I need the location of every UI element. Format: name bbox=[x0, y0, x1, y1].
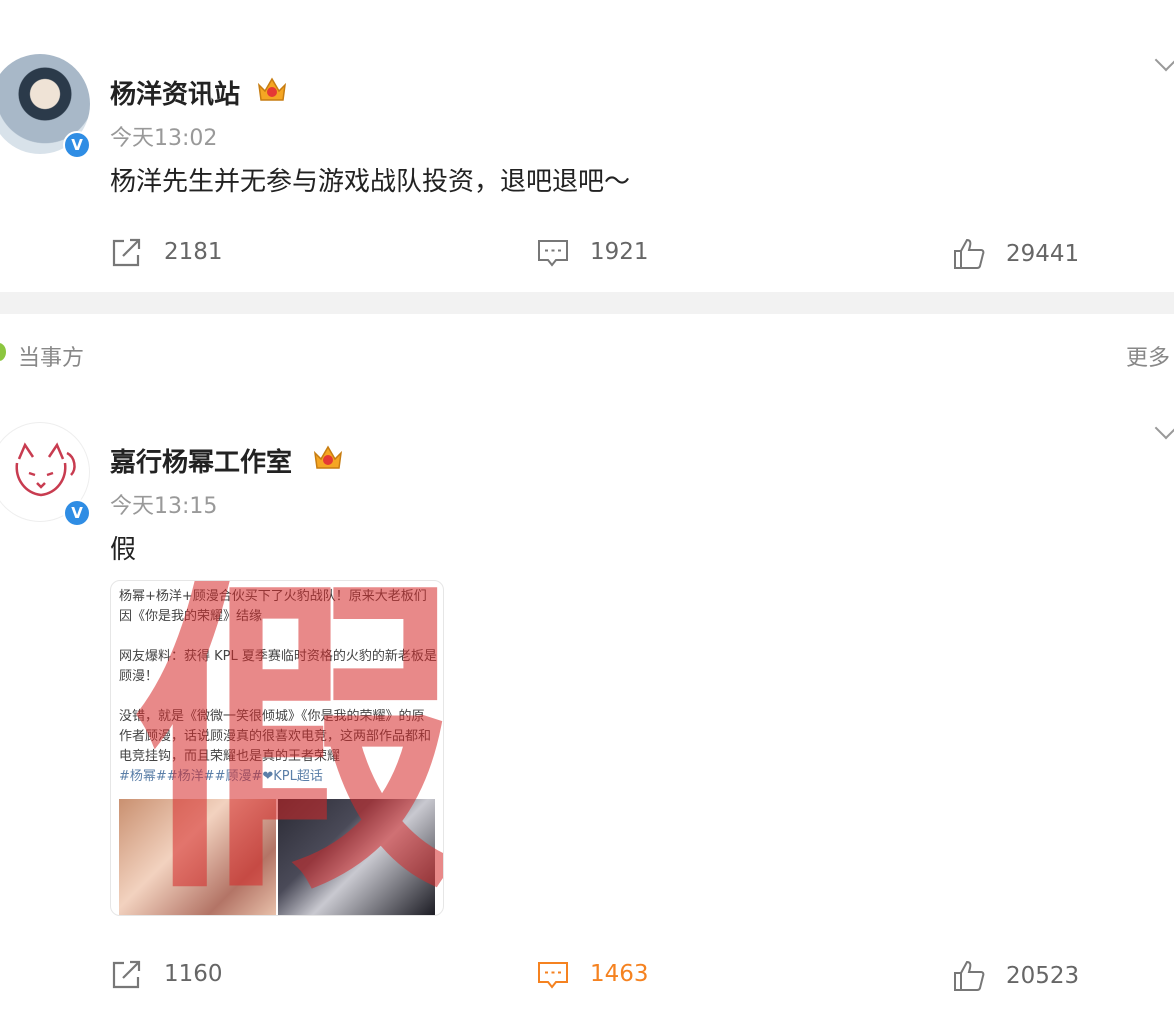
repost-icon bbox=[112, 960, 141, 989]
image-photo-left bbox=[119, 799, 276, 915]
chevron-down-icon[interactable] bbox=[1154, 416, 1174, 440]
comment-count: 1463 bbox=[590, 961, 649, 987]
post-time: 今天13:02 bbox=[110, 126, 218, 151]
image-hashtags: #杨幂##杨洋##顾漫#❤KPL超话 bbox=[119, 769, 323, 784]
verified-badge-icon: V bbox=[63, 131, 91, 159]
thumbs-up-icon bbox=[954, 960, 985, 991]
chevron-down-icon[interactable] bbox=[1154, 48, 1174, 72]
comment-button[interactable]: 1921 bbox=[536, 232, 649, 272]
repost-button[interactable]: 1160 bbox=[110, 954, 223, 994]
repost-count: 1160 bbox=[164, 961, 223, 987]
section-dot-icon bbox=[0, 343, 6, 361]
like-count: 29441 bbox=[1006, 241, 1080, 267]
comment-icon bbox=[538, 240, 568, 267]
comment-button[interactable]: 1463 bbox=[536, 954, 649, 994]
thumbs-up-icon bbox=[954, 238, 985, 269]
image-text-line1: 杨幂+杨洋+顾漫合伙买下了火豹战队！原来大老板们因《你是我的荣耀》结缘 bbox=[119, 589, 427, 624]
repost-icon bbox=[112, 238, 141, 267]
image-text-line3: 没错，就是《微微一笑很倾城》《你是我的荣耀》的原作者顾漫，话说顾漫真的很喜欢电竞… bbox=[119, 709, 432, 764]
like-button[interactable]: 29441 bbox=[952, 234, 1079, 274]
post-text[interactable]: 假 bbox=[110, 529, 136, 566]
crown-icon bbox=[313, 445, 343, 469]
repost-count: 2181 bbox=[164, 239, 223, 265]
section-label: 当事方 bbox=[18, 346, 85, 371]
repost-button[interactable]: 2181 bbox=[110, 232, 223, 272]
post-time: 今天13:15 bbox=[110, 494, 218, 519]
more-link[interactable]: 更多 bbox=[1126, 340, 1170, 372]
comment-icon bbox=[538, 962, 568, 989]
author-name[interactable]: 杨洋资讯站 bbox=[110, 74, 240, 111]
comment-count: 1921 bbox=[590, 239, 649, 265]
section-divider bbox=[0, 292, 1174, 314]
verified-badge-icon: V bbox=[63, 499, 91, 527]
post-image[interactable]: 杨幂+杨洋+顾漫合伙买下了火豹战队！原来大老板们因《你是我的荣耀》结缘 网友爆料… bbox=[110, 580, 444, 916]
image-text-line2: 网友爆料：获得 KPL 夏季赛临时资格的火豹的新老板是顾漫！ bbox=[119, 649, 437, 684]
like-button[interactable]: 20523 bbox=[952, 956, 1079, 996]
image-photo-right bbox=[278, 799, 435, 915]
like-count: 20523 bbox=[1006, 963, 1080, 989]
crown-icon bbox=[257, 77, 287, 101]
author-name[interactable]: 嘉行杨幂工作室 bbox=[110, 442, 292, 479]
post-text[interactable]: 杨洋先生并无参与游戏战队投资，退吧退吧～ bbox=[110, 161, 630, 198]
